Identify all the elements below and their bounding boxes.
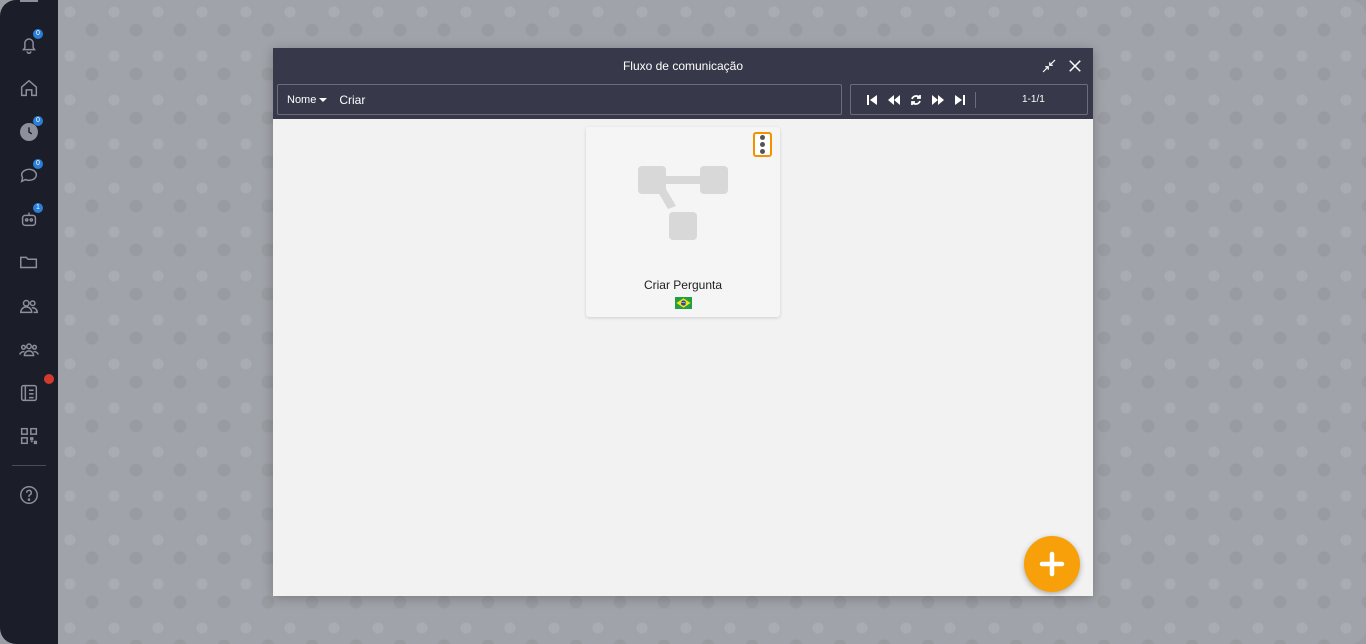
search-bar: Nome bbox=[277, 84, 842, 115]
qr-code-icon bbox=[20, 427, 38, 445]
card-options-button[interactable] bbox=[753, 132, 772, 157]
notification-badge: 0 bbox=[33, 29, 43, 39]
sidebar-item-contacts[interactable] bbox=[17, 294, 41, 318]
filter-field-select[interactable]: Nome bbox=[287, 93, 328, 106]
phone-alert-badge bbox=[44, 374, 54, 384]
sidebar-item-help[interactable] bbox=[17, 483, 41, 507]
sidebar-item-bots[interactable]: 1 bbox=[17, 203, 43, 231]
pagination-divider bbox=[975, 91, 976, 108]
menu-icon[interactable] bbox=[20, 0, 38, 2]
first-page-button[interactable] bbox=[861, 90, 883, 110]
rewind-icon bbox=[888, 94, 900, 105]
pagination-bar: 1-1/1 bbox=[850, 84, 1088, 115]
sidebar-divider bbox=[12, 465, 46, 466]
sidebar-item-phone[interactable] bbox=[17, 374, 54, 405]
minimize-button[interactable] bbox=[1040, 57, 1058, 75]
refresh-button[interactable] bbox=[905, 90, 927, 110]
home-icon bbox=[20, 79, 38, 97]
sidebar-item-qr[interactable] bbox=[17, 424, 41, 448]
dot bbox=[760, 142, 765, 147]
sidebar-item-history[interactable]: 0 bbox=[17, 116, 43, 144]
skip-last-icon bbox=[955, 94, 965, 105]
communication-flow-modal: Fluxo de comunicação Nome Criar 1-1/1 Cr… bbox=[273, 48, 1093, 596]
next-page-button[interactable] bbox=[927, 90, 949, 110]
sidebar-item-notifications[interactable]: 0 bbox=[17, 29, 43, 57]
sidebar-item-chat[interactable]: 0 bbox=[17, 159, 43, 187]
users-icon bbox=[20, 299, 38, 314]
chat-badge: 0 bbox=[33, 159, 43, 169]
sidebar: 0 0 0 1 bbox=[0, 0, 58, 644]
sidebar-item-files[interactable] bbox=[17, 250, 41, 274]
pagination-range: 1-1/1 bbox=[1022, 94, 1045, 105]
close-icon bbox=[1069, 60, 1081, 72]
caret-down-icon bbox=[319, 97, 328, 102]
history-badge: 0 bbox=[33, 116, 43, 126]
collapse-arrows-icon bbox=[1042, 59, 1056, 73]
search-input[interactable] bbox=[339, 92, 810, 107]
plus-icon bbox=[1039, 551, 1065, 577]
close-button[interactable] bbox=[1066, 57, 1084, 75]
flow-diagram-icon bbox=[638, 166, 728, 240]
card-title: Criar Pergunta bbox=[643, 278, 723, 292]
phone-icon bbox=[20, 384, 38, 402]
last-page-button[interactable] bbox=[949, 90, 971, 110]
sidebar-item-teams[interactable] bbox=[17, 338, 41, 362]
modal-title: Fluxo de comunicação bbox=[622, 59, 744, 73]
dot bbox=[760, 149, 765, 154]
refresh-icon bbox=[911, 94, 921, 105]
dot bbox=[760, 135, 765, 140]
filter-field-label: Nome bbox=[287, 93, 317, 106]
add-flow-button[interactable] bbox=[1024, 536, 1080, 592]
app-frame: 0 0 0 1 Fluxo de comunicação Nome Criar … bbox=[0, 0, 1366, 644]
flow-card[interactable]: Criar Pergunta bbox=[586, 127, 780, 317]
sidebar-item-home[interactable] bbox=[17, 76, 41, 100]
folder-icon bbox=[20, 256, 38, 269]
modal-header: Fluxo de comunicação Nome Criar 1-1/1 bbox=[273, 48, 1093, 119]
bots-badge: 1 bbox=[33, 203, 43, 213]
previous-page-button[interactable] bbox=[883, 90, 905, 110]
group-icon bbox=[19, 343, 39, 357]
skip-first-icon bbox=[867, 94, 877, 105]
help-icon bbox=[20, 486, 38, 504]
brazil-flag-icon bbox=[675, 297, 692, 309]
fast-forward-icon bbox=[932, 94, 944, 105]
